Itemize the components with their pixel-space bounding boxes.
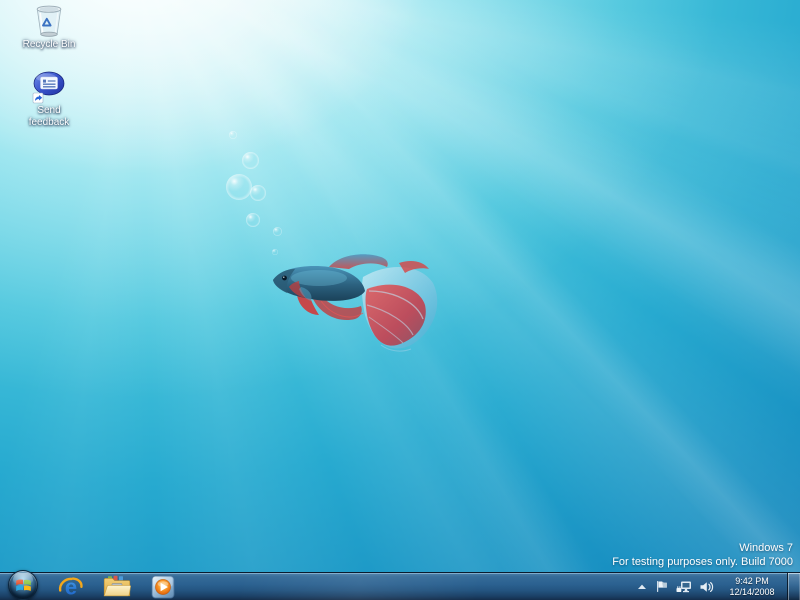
desktop-icon-recycle-bin[interactable]: Recycle Bin [10,4,88,51]
network-icon [675,580,693,594]
bubble [246,213,260,227]
windows-media-player-icon [151,575,175,599]
action-center-button[interactable] [651,573,672,600]
flag-icon [654,579,669,594]
notification-area: 9:42 PM 12/14/2008 [633,573,800,600]
volume-button[interactable] [696,573,717,600]
internet-explorer-icon: e [58,574,84,600]
taskbar-button-windows-explorer[interactable] [94,573,140,600]
bubble [229,131,237,139]
orb-gloss [13,573,33,584]
desktop-icon-send-feedback[interactable]: Send feedback [10,70,88,129]
recycle-bin-icon [31,4,67,38]
pinned-apps: e [48,573,186,600]
start-button[interactable] [8,570,38,600]
windows-explorer-folder-icon [103,575,131,598]
watermark-line1: Windows 7 [612,542,793,556]
chevron-up-icon [636,582,648,592]
network-status-button[interactable] [672,573,696,600]
show-hidden-icons-button[interactable] [633,573,651,600]
clock-time: 9:42 PM [719,576,785,587]
send-feedback-icon [32,70,66,104]
build-watermark: Windows 7 For testing purposes only. Bui… [612,542,793,569]
bubble [226,174,252,200]
desktop-icon-label: Send feedback [16,105,82,129]
taskbar-button-internet-explorer[interactable]: e [48,573,94,600]
speaker-icon [699,581,714,593]
bubble [242,152,259,169]
windows7-desktop: Recycle Bin Send feedback Windows 7 For … [0,0,800,600]
bubble [250,185,266,201]
watermark-line2: For testing purposes only. Build 7000 [612,556,793,570]
desktop-icon-label: Recycle Bin [23,39,76,51]
clock-date: 12/14/2008 [719,587,785,598]
bubble [273,227,282,236]
taskbar: e [0,572,800,600]
clock[interactable]: 9:42 PM 12/14/2008 [719,576,785,597]
show-desktop-button[interactable] [787,573,800,600]
betta-fish-image [271,251,441,353]
taskbar-button-windows-media-player[interactable] [140,573,186,600]
